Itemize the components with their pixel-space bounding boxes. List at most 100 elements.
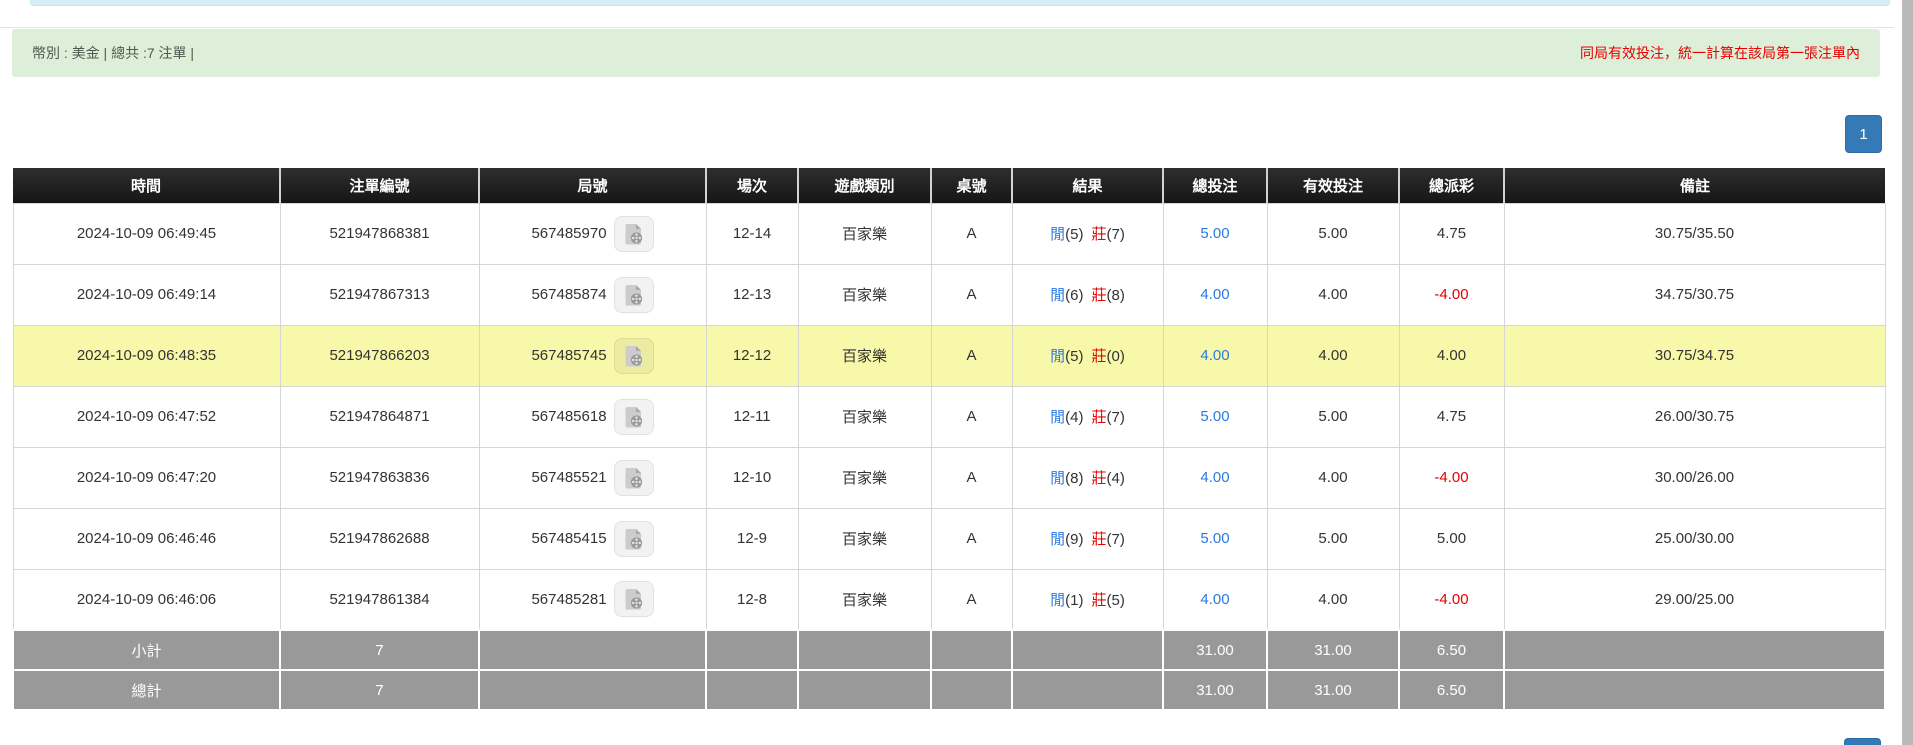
total-total-bet: 31.00	[1163, 670, 1267, 710]
payout-cell: 4.00	[1399, 325, 1504, 386]
remark-cell: 29.00/25.00	[1504, 569, 1885, 630]
player-result-label: 閒	[1050, 409, 1065, 426]
total-bet-link[interactable]: 5.00	[1200, 408, 1229, 425]
valid-bet-cell: 5.00	[1267, 386, 1399, 447]
subtotal-count: 7	[280, 630, 479, 670]
col-remark: 備註	[1504, 168, 1885, 203]
session-cell: 12-10	[706, 447, 798, 508]
total-row: 總計 7 31.00 31.00 6.50	[13, 670, 1885, 710]
video-replay-button[interactable]	[614, 460, 654, 496]
valid-bet-cell: 4.00	[1267, 569, 1399, 630]
table-footer: 小計 7 31.00 31.00 6.50 總計 7 31.00 31.00 6…	[13, 630, 1885, 710]
total-bet-link[interactable]: 4.00	[1200, 286, 1229, 303]
video-replay-button[interactable]	[614, 216, 654, 252]
top-panel-edge	[30, 0, 1890, 6]
table-row: 2024-10-09 06:48:35 521947866203 5674857…	[13, 325, 1885, 386]
banker-result-value: (4)	[1107, 470, 1125, 487]
table-row: 2024-10-09 06:49:14 521947867313 5674858…	[13, 264, 1885, 325]
subtotal-total-bet: 31.00	[1163, 630, 1267, 670]
valid-bet-cell: 5.00	[1267, 508, 1399, 569]
round-number: 567485281	[531, 591, 606, 608]
bet-number-cell: 521947867313	[280, 264, 479, 325]
session-cell: 12-14	[706, 203, 798, 264]
bet-number-cell: 521947866203	[280, 325, 479, 386]
table-number-cell: A	[931, 325, 1012, 386]
table-row: 2024-10-09 06:46:46 521947862688 5674854…	[13, 508, 1885, 569]
total-label: 總計	[13, 670, 280, 710]
payout-value: 4.00	[1437, 347, 1466, 364]
payout-cell: 4.75	[1399, 203, 1504, 264]
table-number-cell: A	[931, 447, 1012, 508]
banker-result-value: (7)	[1107, 409, 1125, 426]
top-divider	[0, 27, 1894, 28]
bet-records-table: 時間 注單編號 局號 場次 遊戲類別 桌號 結果 總投注 有效投注 總派彩 備註…	[12, 168, 1886, 711]
table-row: 2024-10-09 06:49:45 521947868381 5674859…	[13, 203, 1885, 264]
video-replay-button[interactable]	[614, 581, 654, 617]
total-bet-cell: 5.00	[1163, 386, 1267, 447]
total-bet-cell: 5.00	[1163, 203, 1267, 264]
payout-cell: -4.00	[1399, 569, 1504, 630]
session-cell: 12-8	[706, 569, 798, 630]
result-cell: 閒(9)莊(7)	[1012, 508, 1163, 569]
subtotal-label: 小計	[13, 630, 280, 670]
remark-cell: 34.75/30.75	[1504, 264, 1885, 325]
total-bet-link[interactable]: 4.00	[1200, 591, 1229, 608]
game-type-cell: 百家樂	[798, 447, 931, 508]
page-button-1-bottom[interactable]: 1	[1844, 738, 1881, 745]
session-cell: 12-12	[706, 325, 798, 386]
subtotal-valid-bet: 31.00	[1267, 630, 1399, 670]
table-row: 2024-10-09 06:47:20 521947863836 5674855…	[13, 447, 1885, 508]
remark-cell: 25.00/30.00	[1504, 508, 1885, 569]
banker-result-label: 莊	[1092, 470, 1107, 487]
time-cell: 2024-10-09 06:47:52	[13, 386, 280, 447]
table-number-cell: A	[931, 264, 1012, 325]
payout-value: -4.00	[1434, 591, 1468, 608]
remark-cell: 30.00/26.00	[1504, 447, 1885, 508]
time-cell: 2024-10-09 06:46:06	[13, 569, 280, 630]
col-game-type: 遊戲類別	[798, 168, 931, 203]
total-bet-link[interactable]: 4.00	[1200, 347, 1229, 364]
payout-cell: -4.00	[1399, 447, 1504, 508]
player-result-value: (6)	[1065, 287, 1083, 304]
game-type-cell: 百家樂	[798, 264, 931, 325]
total-bet-cell: 4.00	[1163, 447, 1267, 508]
video-replay-button[interactable]	[614, 338, 654, 374]
banker-result-label: 莊	[1092, 287, 1107, 304]
total-bet-link[interactable]: 4.00	[1200, 469, 1229, 486]
total-count: 7	[280, 670, 479, 710]
bet-number-cell: 521947861384	[280, 569, 479, 630]
col-round-number: 局號	[479, 168, 706, 203]
round-number: 567485970	[531, 225, 606, 242]
total-bet-link[interactable]: 5.00	[1200, 225, 1229, 242]
video-replay-button[interactable]	[614, 277, 654, 313]
notice-annotation-text: 同局有效投注，統一計算在該局第一張注單內	[1580, 43, 1860, 63]
result-cell: 閒(5)莊(7)	[1012, 203, 1163, 264]
banker-result-label: 莊	[1092, 226, 1107, 243]
video-replay-button[interactable]	[614, 399, 654, 435]
remark-cell: 30.75/34.75	[1504, 325, 1885, 386]
banker-result-label: 莊	[1092, 592, 1107, 609]
game-type-cell: 百家樂	[798, 508, 931, 569]
total-payout: 6.50	[1399, 670, 1504, 710]
banker-result-value: (0)	[1107, 348, 1125, 365]
film-file-icon	[624, 284, 644, 306]
notice-bar: 幣別 : 美金 | 總共 :7 注單 | 同局有效投注，統一計算在該局第一張注單…	[12, 29, 1880, 77]
time-cell: 2024-10-09 06:49:14	[13, 264, 280, 325]
col-table-number: 桌號	[931, 168, 1012, 203]
remark-cell: 30.75/35.50	[1504, 203, 1885, 264]
subtotal-row: 小計 7 31.00 31.00 6.50	[13, 630, 1885, 670]
bet-number-cell: 521947868381	[280, 203, 479, 264]
round-number: 567485618	[531, 408, 606, 425]
col-session: 場次	[706, 168, 798, 203]
page-button-1-top[interactable]: 1	[1845, 115, 1882, 153]
total-bet-link[interactable]: 5.00	[1200, 530, 1229, 547]
vertical-scrollbar[interactable]	[1902, 0, 1913, 745]
session-cell: 12-11	[706, 386, 798, 447]
round-number: 567485745	[531, 347, 606, 364]
table-body: 2024-10-09 06:49:45 521947868381 5674859…	[13, 203, 1885, 630]
result-cell: 閒(6)莊(8)	[1012, 264, 1163, 325]
time-cell: 2024-10-09 06:48:35	[13, 325, 280, 386]
round-cell: 567485521	[479, 447, 706, 508]
film-file-icon	[624, 588, 644, 610]
video-replay-button[interactable]	[614, 521, 654, 557]
